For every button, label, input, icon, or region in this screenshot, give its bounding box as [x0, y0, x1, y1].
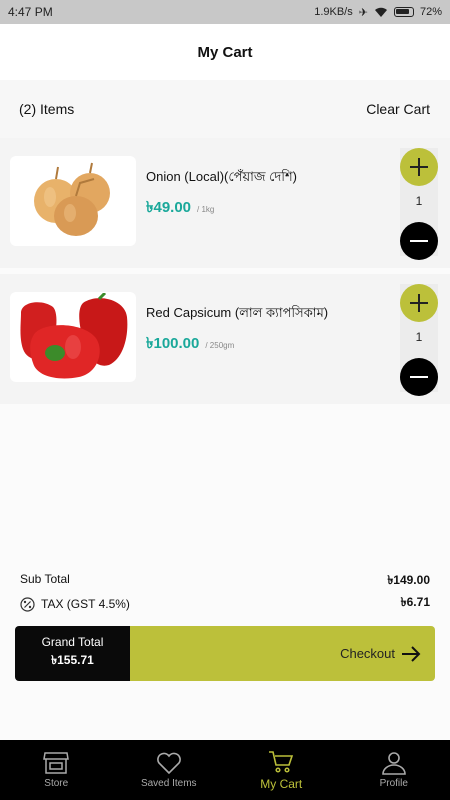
wifi-icon: [374, 7, 387, 17]
increase-quantity-button[interactable]: [400, 148, 438, 186]
cart-icon: [269, 750, 294, 773]
decrease-quantity-button[interactable]: [400, 222, 438, 260]
item-price: ৳49.00: [146, 199, 192, 216]
capsicum-image: [10, 292, 136, 382]
tax-label-group: TAX (GST 4.5%): [20, 594, 130, 614]
nav-item-cart[interactable]: My Cart: [225, 740, 338, 800]
nav-label-cart: My Cart: [260, 776, 303, 791]
arrow-right-icon: [402, 645, 421, 662]
item-unit: / 250gm: [205, 341, 235, 350]
nav-label-profile: Profile: [379, 778, 408, 789]
cart-items-bar: (2) Items Clear Cart: [0, 80, 450, 138]
status-bar: 4:47 PM 1.9KB/s ✈ 72%: [0, 0, 450, 24]
onion-image: [10, 156, 136, 246]
battery-level: 72%: [419, 6, 442, 18]
minus-icon: [410, 376, 428, 378]
grand-total-box: Grand Total ৳155.71: [15, 626, 130, 681]
status-indicators: 1.9KB/s ✈ 72%: [314, 6, 442, 19]
status-time: 4:47 PM: [8, 5, 53, 19]
items-count: (2) Items: [19, 101, 75, 117]
item-price: ৳100.00: [146, 335, 200, 352]
item-price-row: ৳49.00 / 1kg: [146, 196, 214, 221]
subtotal-row: Sub Total ৳149.00: [20, 572, 430, 592]
nav-label-store: Store: [44, 778, 69, 789]
nav-item-profile[interactable]: Profile: [338, 740, 450, 800]
clear-cart-button[interactable]: Clear Cart: [366, 101, 430, 117]
cart-item: Onion (Local)(পেঁয়াজ দেশি) ৳49.00 / 1kg…: [0, 138, 450, 268]
percent-badge-icon: [20, 596, 35, 612]
quantity-value: 1: [415, 330, 423, 344]
nav-item-store[interactable]: Store: [0, 740, 113, 800]
bottom-navigation: Store Saved Items My Cart Profile: [0, 740, 450, 800]
store-icon: [43, 752, 70, 774]
subtotal-value: ৳149.00: [387, 573, 430, 587]
battery-icon: [393, 7, 414, 17]
item-name: Red Capsicum (লাল ক্যাপসিকাম): [146, 305, 329, 320]
tax-value: ৳6.71: [400, 595, 430, 609]
quantity-value: 1: [415, 194, 423, 208]
page-header: My Cart: [0, 24, 450, 80]
grand-total-value: ৳155.71: [51, 653, 94, 667]
checkout-button[interactable]: Checkout: [130, 626, 435, 681]
cart-item: Red Capsicum (লাল ক্যাপসিকাম) ৳100.00 / …: [0, 274, 450, 404]
network-speed: 1.9KB/s: [314, 6, 353, 18]
plus-icon: [410, 294, 428, 312]
subtotal-label: Sub Total: [20, 572, 70, 586]
plus-icon: [410, 158, 428, 176]
increase-quantity-button[interactable]: [400, 284, 438, 322]
nav-item-saved[interactable]: Saved Items: [113, 740, 226, 800]
item-price-row: ৳100.00 / 250gm: [146, 332, 234, 357]
nav-label-saved: Saved Items: [140, 778, 197, 789]
heart-icon: [156, 752, 181, 775]
decrease-quantity-button[interactable]: [400, 358, 438, 396]
checkout-label: Checkout: [340, 646, 395, 661]
airplane-icon: ✈: [358, 6, 368, 19]
tax-row: TAX (GST 4.5%) ৳6.71: [20, 594, 430, 614]
page-title: My Cart: [197, 43, 253, 61]
profile-icon: [381, 752, 406, 775]
grand-total-label: Grand Total: [41, 635, 104, 649]
minus-icon: [410, 240, 428, 242]
item-unit: / 1kg: [197, 205, 215, 214]
tax-label: TAX (GST 4.5%): [41, 597, 130, 611]
item-name: Onion (Local)(পেঁয়াজ দেশি): [146, 169, 297, 184]
checkout-bar: Grand Total ৳155.71 Checkout: [15, 626, 435, 681]
